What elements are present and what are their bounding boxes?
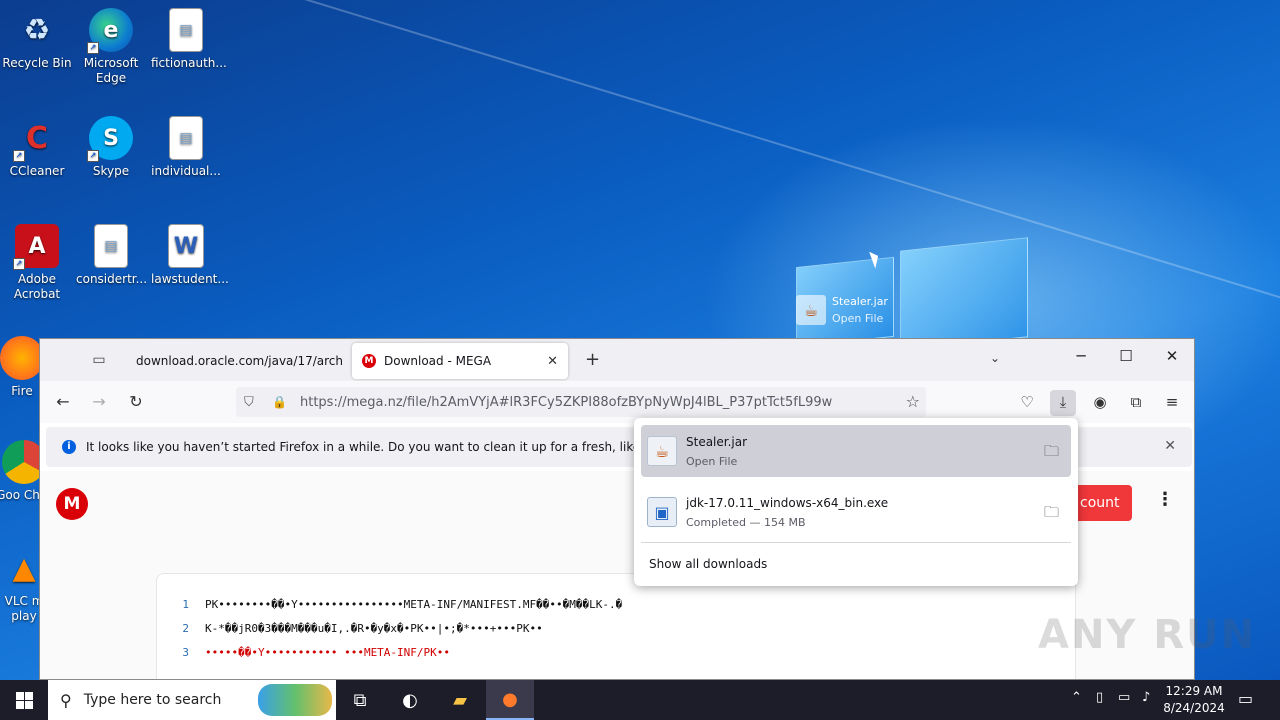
clock-date: 8/24/2024 (1163, 701, 1225, 715)
forward-icon[interactable]: → (88, 392, 110, 411)
open-folder-icon[interactable]: 🗀 (1044, 502, 1059, 527)
drag-ghost: ☕ Stealer.jar Open File (796, 290, 896, 330)
code-line: 1 PK••••••••��•Y••••••••••••••••META-INF/… (182, 598, 623, 611)
code-line: 3 •••••��•Y••••••••••• •••META-INF/PK•• (182, 646, 451, 659)
search-icon: ⚲ (60, 690, 72, 710)
taskbar: ⚲ Type here to search ⧉ ◐ ▰ ● ⌃ ▯ ▭ ♪ 12… (0, 680, 1280, 720)
list-all-tabs-icon[interactable]: ⌄ (990, 351, 1000, 365)
anyrun-watermark: ANY RUN (1038, 612, 1257, 658)
search-placeholder: Type here to search (83, 692, 222, 708)
skype-icon: S ↗ (87, 116, 133, 162)
task-view-icon[interactable]: ⧉ (336, 680, 384, 720)
edge-icon: e ↗ (87, 8, 133, 54)
notifications-icon[interactable]: ▭ (1238, 689, 1253, 708)
new-tab-icon[interactable]: + (585, 349, 600, 370)
word-icon: W (168, 224, 204, 268)
maximize-icon[interactable]: ☐ (1111, 347, 1141, 365)
desktop-icon-ccleaner[interactable]: C ↗ CCleaner (2, 116, 72, 179)
downloads-panel: ☕ Stealer.jar Open File 🗀 ▣ jdk-17.0.11_… (634, 418, 1078, 586)
firefox-icon (0, 336, 44, 380)
divider (641, 542, 1071, 543)
tracking-shield-icon[interactable]: ⛉ (244, 395, 262, 410)
url-bar[interactable]: ⛉ 🔒 https://mega.nz/file/h2AmVYjA#lR3FCy… (236, 387, 926, 417)
installer-icon: ▣ (647, 497, 677, 527)
java-icon: ☕ (796, 295, 826, 325)
acrobat-icon: A ↗ (13, 224, 59, 270)
document-icon: ▤ (94, 224, 128, 268)
lock-icon[interactable]: 🔒 (272, 395, 290, 409)
taskbar-firefox-icon[interactable]: ● (486, 680, 534, 720)
desktop-icon-recycle-bin[interactable]: ♻ Recycle Bin (2, 8, 72, 71)
more-options-icon[interactable]: ⋮ (1156, 489, 1174, 510)
code-line: 2 K-*��jR0�3���M���u�I,.�R•�y�x�•PK••|•;�… (182, 622, 543, 635)
desktop-icon-acrobat[interactable]: A ↗ Adobe Acrobat (2, 224, 72, 302)
back-icon[interactable]: ← (52, 392, 74, 411)
show-all-downloads-button[interactable]: Show all downloads (649, 557, 767, 571)
account-icon[interactable]: ◉ (1087, 390, 1113, 416)
windows-logo-pane (900, 237, 1028, 351)
create-account-button[interactable]: count (1074, 485, 1132, 521)
download-filename: jdk-17.0.11_windows-x64_bin.exe (686, 496, 889, 510)
menu-icon[interactable]: ≡ (1159, 390, 1185, 416)
start-button[interactable] (0, 680, 48, 720)
open-folder-icon[interactable]: 🗀 (1044, 441, 1059, 466)
drag-ghost-action: Open File (832, 312, 884, 325)
close-notification-icon[interactable]: ✕ (1164, 438, 1176, 454)
minimize-icon[interactable]: ─ (1066, 347, 1096, 365)
desktop-icon-lawstudent[interactable]: W lawstudent... (151, 224, 229, 287)
desktop-icon-edge[interactable]: e ↗ Microsoft Edge (76, 8, 146, 86)
document-icon: ▤ (169, 8, 203, 52)
extensions-icon[interactable]: ⧉ (1123, 390, 1149, 416)
mega-favicon-icon: M (362, 354, 376, 368)
clock[interactable]: 12:29 AM 8/24/2024 (1160, 683, 1228, 717)
downloads-icon[interactable]: ⤓ (1050, 390, 1076, 416)
tab-mega[interactable]: M Download - MEGA ✕ (352, 343, 568, 379)
desktop-icon-considertr[interactable]: ▤ considertr... (76, 224, 147, 287)
recycle-bin-icon: ♻ (23, 12, 51, 48)
mega-logo[interactable]: M (56, 488, 88, 520)
firefox-view-icon[interactable]: ▭ (88, 350, 110, 372)
network-icon[interactable]: ▭ (1118, 690, 1130, 705)
taskbar-edge-icon[interactable]: ◐ (386, 680, 434, 720)
file-explorer-icon[interactable]: ▰ (436, 680, 484, 720)
clock-time: 12:29 AM (1165, 684, 1223, 698)
file-preview: 1 PK••••••••��•Y••••••••••••••••META-INF/… (156, 573, 1076, 679)
close-tab-icon[interactable]: ✕ (547, 354, 558, 369)
close-window-icon[interactable]: ✕ (1157, 347, 1187, 365)
tab-bar: ▭ download.oracle.com/java/17/archive/jd… (40, 339, 1194, 381)
desktop-icon-skype[interactable]: S ↗ Skype (76, 116, 146, 179)
reload-icon[interactable]: ↻ (125, 392, 147, 411)
desktop-icon-individual[interactable]: ▤ individual... (151, 116, 221, 179)
volume-icon[interactable]: ♪ (1142, 690, 1150, 705)
tab-oracle[interactable]: download.oracle.com/java/17/archive/jdk-… (126, 343, 352, 379)
taskbar-search[interactable]: ⚲ Type here to search (48, 680, 336, 720)
device-icon[interactable]: ▯ (1096, 690, 1103, 705)
drag-ghost-filename: Stealer.jar (832, 295, 888, 308)
ccleaner-icon: C ↗ (13, 116, 59, 162)
nav-bar: ← → ↻ ⛉ 🔒 https://mega.nz/file/h2AmVYjA#… (40, 381, 1194, 423)
download-item-jdk[interactable]: ▣ jdk-17.0.11_windows-x64_bin.exe Comple… (641, 486, 1071, 538)
download-item-stealer-jar[interactable]: ☕ Stealer.jar Open File 🗀 (641, 425, 1071, 477)
show-hidden-icons-icon[interactable]: ⌃ (1071, 690, 1082, 705)
download-filename: Stealer.jar (686, 435, 748, 449)
url-text[interactable]: https://mega.nz/file/h2AmVYjA#lR3FCy5ZKP… (300, 395, 832, 410)
pocket-icon[interactable]: ♡ (1014, 390, 1040, 416)
desktop-icon-fictionauth[interactable]: ▤ fictionauth... (151, 8, 227, 71)
document-icon: ▤ (169, 116, 203, 160)
info-icon: i (62, 440, 76, 454)
search-highlight-icon (258, 684, 332, 716)
bookmark-star-icon[interactable]: ☆ (906, 392, 920, 411)
download-status: Open File (686, 455, 738, 468)
light-beam (179, 0, 1280, 313)
download-status: Completed — 154 MB (686, 516, 806, 529)
java-icon: ☕ (647, 436, 677, 466)
